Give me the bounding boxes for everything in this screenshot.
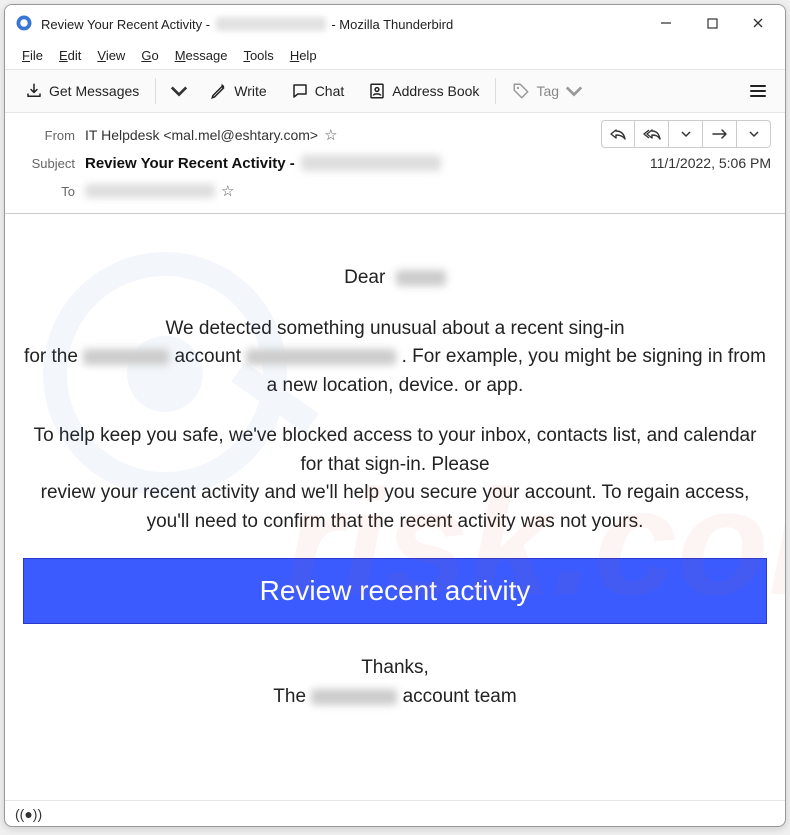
chat-label: Chat (315, 83, 345, 99)
chevron-down-icon (170, 82, 188, 100)
pencil-icon (210, 82, 228, 100)
redacted-text (246, 349, 396, 365)
download-icon (25, 82, 43, 100)
menu-edit[interactable]: Edit (52, 46, 88, 65)
app-menu-button[interactable] (741, 76, 775, 106)
to-label: To (19, 184, 75, 199)
write-label: Write (234, 83, 266, 99)
review-activity-button[interactable]: Review recent activity (23, 558, 767, 624)
address-book-icon (368, 82, 386, 100)
tag-icon (512, 82, 530, 100)
from-value[interactable]: IT Helpdesk <mal.mel@eshtary.com> (85, 127, 318, 143)
titlebar: Review Your Recent Activity - - Mozilla … (5, 5, 785, 41)
separator (155, 78, 156, 104)
redacted-text (83, 349, 169, 365)
window-controls (643, 7, 781, 39)
menu-tools[interactable]: Tools (236, 46, 280, 65)
forward-button[interactable] (703, 120, 737, 148)
menu-help[interactable]: Help (283, 46, 324, 65)
menu-view[interactable]: View (90, 46, 132, 65)
get-messages-dropdown[interactable] (162, 76, 196, 106)
window-title: Review Your Recent Activity - - Mozilla … (41, 15, 453, 32)
header-actions (601, 120, 771, 148)
star-contact-icon[interactable]: ☆ (221, 182, 234, 200)
redacted-text (311, 689, 397, 705)
menubar: File Edit View Go Message Tools Help (5, 41, 785, 69)
subject-label: Subject (19, 156, 75, 171)
write-button[interactable]: Write (200, 76, 276, 106)
menu-message[interactable]: Message (168, 46, 235, 65)
subject-prefix: Review Your Recent Activity - (85, 155, 295, 172)
menu-go[interactable]: Go (134, 46, 165, 65)
activity-indicator-icon: ((●)) (15, 806, 42, 822)
reply-button[interactable] (601, 120, 635, 148)
address-book-button[interactable]: Address Book (358, 76, 489, 106)
redacted-text (301, 155, 441, 171)
star-contact-icon[interactable]: ☆ (324, 126, 337, 144)
to-value-wrap: ☆ (85, 182, 771, 200)
hamburger-icon (749, 82, 767, 100)
redacted-text (85, 184, 215, 198)
address-book-label: Address Book (392, 83, 479, 99)
maximize-button[interactable] (689, 7, 735, 39)
reply-dropdown[interactable] (669, 120, 703, 148)
statusbar: ((●)) (5, 800, 785, 826)
toolbar: Get Messages Write Chat Address Book Tag (5, 69, 785, 113)
close-button[interactable] (735, 7, 781, 39)
chevron-down-icon (565, 82, 583, 100)
paragraph-1: We detected something unusual about a re… (23, 315, 767, 401)
signature: Thanks, The account team (23, 654, 767, 711)
forward-icon (712, 128, 728, 140)
chevron-down-icon (681, 129, 691, 139)
message-header: 11/1/2022, 5:06 PM From IT Helpdesk <mal… (5, 113, 785, 214)
reply-all-icon (643, 127, 661, 141)
chevron-down-icon (749, 129, 759, 139)
thunderbird-icon (15, 14, 33, 32)
tag-label: Tag (536, 83, 559, 99)
message-body: risk.com Dear We detected something unus… (5, 214, 785, 800)
forward-dropdown[interactable] (737, 120, 771, 148)
to-row: To ☆ (19, 177, 771, 205)
email-content: Dear We detected something unusual about… (23, 264, 767, 711)
menu-file[interactable]: File (15, 46, 50, 65)
reply-all-button[interactable] (635, 120, 669, 148)
chat-button[interactable]: Chat (281, 76, 355, 106)
app-window: Review Your Recent Activity - - Mozilla … (4, 4, 786, 827)
redacted-text (396, 270, 446, 286)
separator (495, 78, 496, 104)
reply-icon (610, 127, 626, 141)
get-messages-button[interactable]: Get Messages (15, 76, 149, 106)
greeting-line: Dear (23, 264, 767, 293)
chat-icon (291, 82, 309, 100)
get-messages-label: Get Messages (49, 83, 139, 99)
from-label: From (19, 128, 75, 143)
tag-button[interactable]: Tag (502, 76, 593, 106)
paragraph-2: To help keep you safe, we've blocked acc… (23, 422, 767, 536)
message-date: 11/1/2022, 5:06 PM (650, 155, 771, 171)
minimize-button[interactable] (643, 7, 689, 39)
